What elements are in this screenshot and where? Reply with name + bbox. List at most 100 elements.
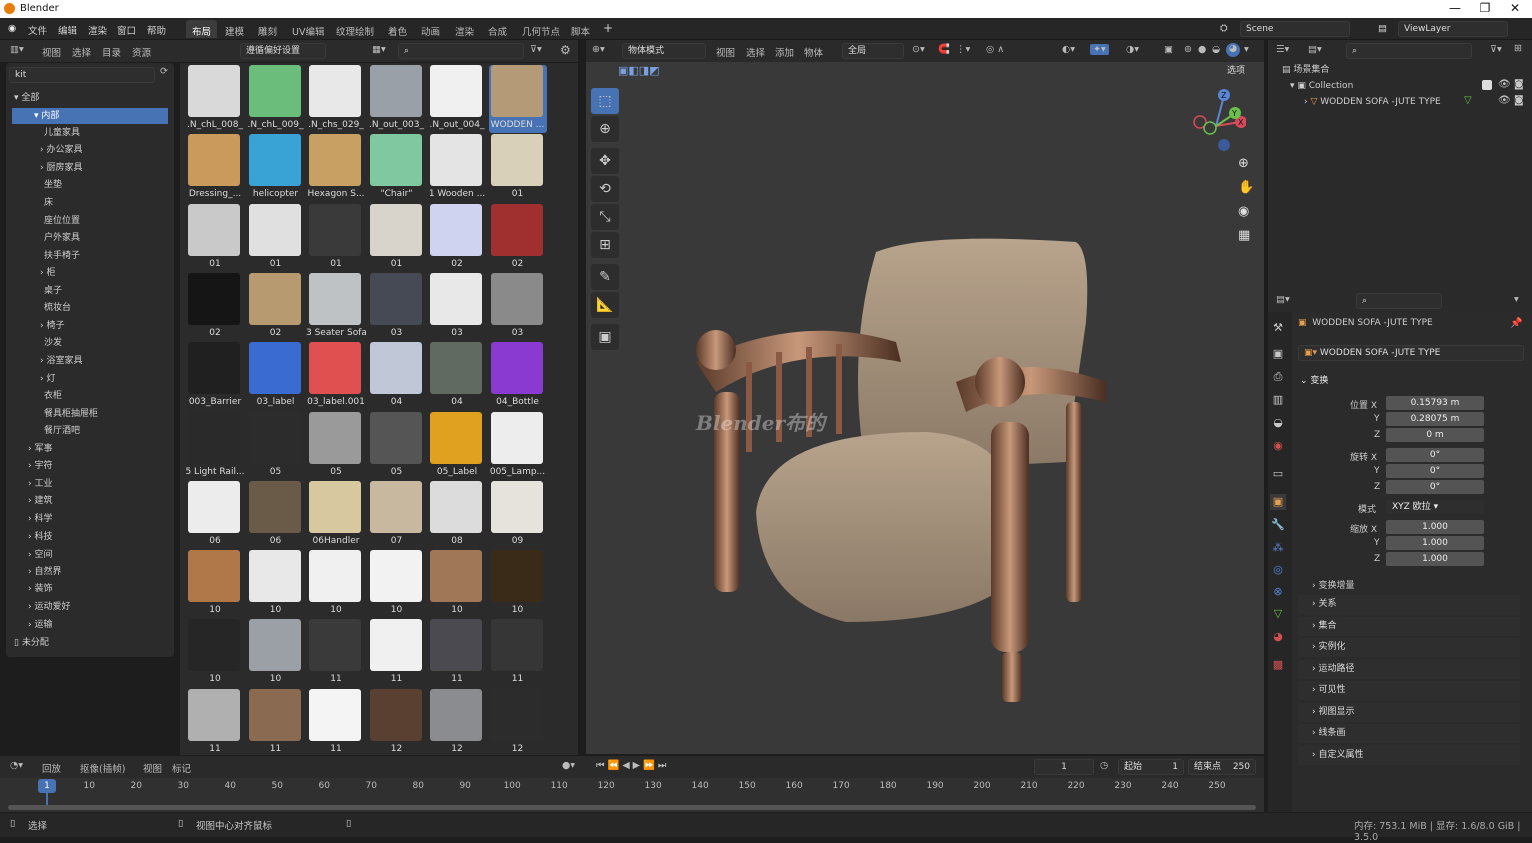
- timeline-menu-keying[interactable]: 抠像(插帧): [80, 761, 125, 775]
- pin-icon[interactable]: 📌: [1510, 318, 1522, 329]
- asset-item[interactable]: 10: [368, 550, 426, 618]
- viewport-editor-type-icon[interactable]: ⊕▾: [592, 44, 605, 55]
- settings-gear-icon[interactable]: ⚙: [560, 43, 571, 57]
- asset-item[interactable]: 11: [307, 688, 365, 757]
- catalog-item[interactable]: › 浴室家具: [40, 353, 82, 369]
- shading-solid-icon[interactable]: ●: [1198, 44, 1206, 55]
- tab-uv-editing[interactable]: UV编辑: [286, 20, 330, 38]
- asset-item[interactable]: 01: [186, 203, 244, 272]
- asset-item[interactable]: 05_Label: [428, 411, 486, 480]
- timeline-menu-playback[interactable]: 回放: [42, 761, 61, 775]
- asset-item[interactable]: .N_chs_029_: [307, 65, 365, 133]
- scene-tab-icon[interactable]: ◒: [1270, 415, 1286, 431]
- asset-search-input[interactable]: ⌕: [398, 43, 524, 59]
- asset-item[interactable]: 005_Lamp...: [489, 411, 547, 480]
- asset-item[interactable]: "Chair": [368, 134, 426, 202]
- render-tab-icon[interactable]: ▣: [1270, 346, 1286, 362]
- refresh-icon[interactable]: ⟳: [160, 66, 168, 77]
- grid-icon[interactable]: ▦: [1238, 228, 1250, 243]
- asset-item[interactable]: 10: [186, 619, 244, 687]
- start-frame-field[interactable]: 起始 1: [1118, 759, 1184, 775]
- asset-item[interactable]: 11: [247, 688, 305, 757]
- tab-shading[interactable]: 着色: [382, 20, 413, 38]
- outliner-filter-icon[interactable]: ⊽▾: [1490, 44, 1502, 55]
- menu-window[interactable]: 窗口: [117, 23, 136, 37]
- output-tab-icon[interactable]: ⎙: [1270, 369, 1286, 385]
- tab-scripting[interactable]: 脚本: [565, 20, 596, 38]
- catalog-search-field[interactable]: kit: [9, 67, 155, 83]
- asset-item[interactable]: 02: [489, 203, 547, 272]
- playback-controls-icon[interactable]: ⏮⏪◀▶⏩⏭: [596, 760, 669, 771]
- visibility-icon[interactable]: ◐▾: [1062, 44, 1075, 55]
- tab-rendering[interactable]: 渲染: [449, 20, 480, 38]
- asset-item[interactable]: 10: [247, 550, 305, 618]
- asset-item[interactable]: 12: [489, 688, 547, 757]
- properties-section[interactable]: › 自定义属性: [1298, 745, 1520, 765]
- location-y-field[interactable]: 0.28075 m: [1386, 412, 1484, 426]
- tab-geometry-nodes[interactable]: 几何节点: [516, 20, 566, 38]
- collection-render-camera-icon[interactable]: ◙: [1514, 79, 1524, 90]
- asset-item[interactable]: 08: [428, 480, 486, 549]
- asset-item[interactable]: 07: [368, 480, 426, 549]
- rotation-mode-select[interactable]: XYZ 欧拉 ▾: [1386, 500, 1484, 514]
- asset-library-selector[interactable]: 遵循偏好设置: [240, 43, 326, 59]
- constraints-tab-icon[interactable]: ⊗: [1270, 584, 1286, 600]
- scale-tool[interactable]: ⤡: [591, 204, 619, 230]
- auto-keying-icon[interactable]: ●▾: [562, 760, 575, 771]
- asset-item[interactable]: .N_chL_008_: [186, 65, 244, 133]
- asset-item[interactable]: 06: [247, 480, 305, 549]
- transform-panel-header[interactable]: ⌄ 变换: [1300, 373, 1328, 386]
- current-frame-field[interactable]: 1: [1034, 759, 1094, 775]
- world-tab-icon[interactable]: ◉: [1270, 438, 1286, 454]
- viewport-menu-object[interactable]: 物体: [804, 45, 823, 59]
- timeline-menu-marker[interactable]: 标记: [172, 761, 191, 775]
- asset-item[interactable]: 11: [489, 619, 547, 687]
- timeline-menu-view[interactable]: 视图: [143, 761, 162, 775]
- scale-y-field[interactable]: 1.000: [1386, 536, 1484, 550]
- asset-item[interactable]: 04_Bottle: [489, 342, 547, 410]
- location-z-field[interactable]: 0 m: [1386, 428, 1484, 442]
- add-workspace-icon[interactable]: +: [603, 21, 613, 35]
- add-cube-tool[interactable]: ▣: [591, 324, 619, 350]
- pan-hand-icon[interactable]: ✋: [1238, 180, 1254, 195]
- catalog-item[interactable]: 座位位置: [44, 213, 80, 229]
- collection-checkbox[interactable]: [1482, 80, 1492, 90]
- asset-item[interactable]: 12: [368, 688, 426, 757]
- asset-item[interactable]: Dressing_...: [186, 134, 244, 202]
- object-tab-icon[interactable]: ▣: [1270, 494, 1286, 510]
- catalog-item[interactable]: 床: [44, 195, 53, 211]
- particles-tab-icon[interactable]: ⁂: [1270, 540, 1286, 556]
- asset-item[interactable]: 10: [307, 550, 365, 618]
- gizmo-toggle-icon[interactable]: ✦▾: [1090, 44, 1109, 55]
- timeline-scrollbar[interactable]: [8, 805, 1256, 810]
- data-tab-icon[interactable]: ▽: [1270, 606, 1286, 622]
- outliner-display-mode-icon[interactable]: ▤▾: [1308, 44, 1322, 55]
- catalog-item[interactable]: › 椅子: [40, 318, 64, 334]
- annotate-tool[interactable]: ✎: [591, 264, 619, 290]
- end-frame-field[interactable]: 结束点 250: [1188, 759, 1256, 775]
- asset-item[interactable]: .N_chL_009_: [247, 65, 305, 133]
- editor-type-icon[interactable]: ▥▾: [10, 44, 24, 55]
- overlay-icon[interactable]: ◑▾: [1126, 44, 1139, 55]
- catalog-item[interactable]: 沙发: [44, 335, 62, 351]
- snap-icon[interactable]: 🧲: [938, 44, 950, 55]
- view-layer-icon[interactable]: ▤: [1378, 23, 1387, 34]
- transform-orientation-selector[interactable]: 全局: [842, 43, 904, 59]
- properties-section[interactable]: › 线条画: [1298, 724, 1520, 743]
- asset-item[interactable]: 03_label: [247, 342, 305, 410]
- location-x-field[interactable]: 0.15793 m: [1386, 396, 1484, 410]
- catalog-item[interactable]: 餐厅酒吧: [44, 423, 80, 439]
- proportional-edit-icon[interactable]: ◎ ∧: [986, 44, 1004, 55]
- catalog-item[interactable]: › 厨房家具: [40, 160, 82, 176]
- asset-item[interactable]: 06: [186, 480, 244, 549]
- close-icon[interactable]: ✕: [1500, 1, 1530, 15]
- asset-item[interactable]: 5 Light Rail...: [185, 411, 245, 480]
- filter-icon[interactable]: ⊽▾: [530, 44, 542, 55]
- asset-item[interactable]: 04: [368, 342, 426, 410]
- 3d-viewport[interactable]: ▣◧◨◩ 选项 Z X Y ⊕ ✋ ◉ ▦ Blender布的: [586, 62, 1264, 754]
- asset-item[interactable]: 01: [368, 203, 426, 272]
- properties-options-icon[interactable]: ▾: [1514, 294, 1519, 305]
- asset-item[interactable]: 01: [489, 134, 547, 202]
- properties-section[interactable]: › 可见性: [1298, 681, 1520, 700]
- properties-section[interactable]: › 集合: [1298, 616, 1520, 636]
